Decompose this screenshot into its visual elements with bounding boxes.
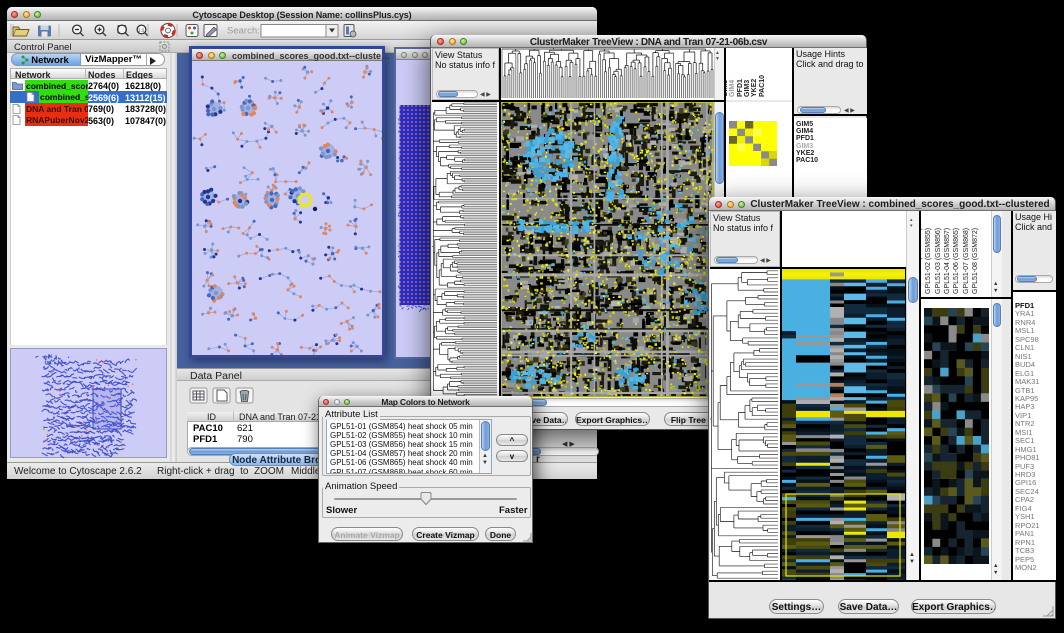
svg-text:1:1: 1:1: [138, 28, 145, 33]
svg-text:Search:: Search:: [227, 26, 260, 37]
